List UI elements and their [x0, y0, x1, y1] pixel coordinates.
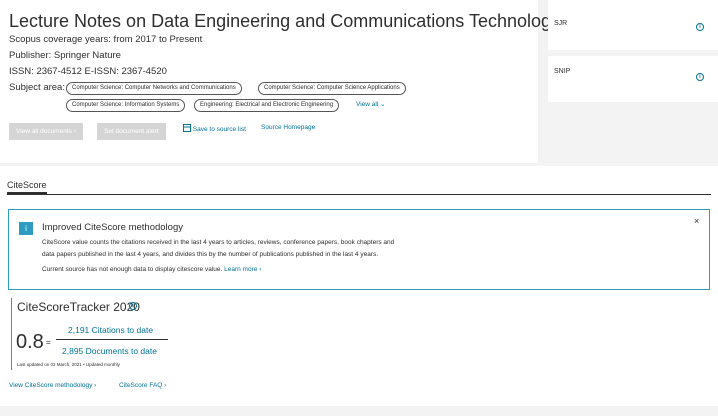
citations-link[interactable]: 2,191 Citations to date [68, 325, 153, 335]
subject-chip[interactable]: Computer Science: Computer Networks and … [66, 82, 242, 95]
source-homepage-link[interactable]: Source Homepage [261, 124, 315, 131]
tracker-title: CiteScoreTracker 2020 [17, 300, 140, 314]
citescore-value: 0.8 [16, 331, 44, 353]
subject-chip[interactable]: Computer Science: Computer Science Appli… [258, 82, 406, 95]
subject-chip[interactable]: Computer Science: Information Systems [66, 99, 186, 112]
tracker-accent-bar [11, 298, 12, 370]
documents-link[interactable]: 2,895 Documents to date [62, 346, 157, 356]
view-all-subjects-link[interactable]: View all ⌄ [356, 100, 386, 108]
info-icon: i [19, 222, 33, 235]
save-list-icon [183, 124, 191, 132]
save-to-source-list-link[interactable]: Save to source list [183, 124, 246, 133]
source-info-panel: Lecture Notes on Data Engineering and Co… [0, 0, 574, 163]
info-icon[interactable]: i [696, 73, 704, 81]
chevron-right-icon: › [73, 128, 76, 135]
citescore-faq-link[interactable]: CiteScore FAQ › [119, 382, 166, 389]
snip-box: SNIP i [548, 56, 718, 102]
source-title: Lecture Notes on Data Engineering and Co… [9, 11, 575, 31]
chevron-right-icon: › [259, 266, 262, 273]
notice-text: CiteScore value counts the citations rec… [42, 239, 395, 246]
equals-sign: = [46, 338, 51, 347]
info-icon[interactable]: i [129, 302, 137, 310]
fraction-bar [56, 339, 168, 340]
coverage-years: Scopus coverage years: from 2017 to Pres… [9, 34, 203, 45]
notice-title: Improved CiteScore methodology [42, 222, 183, 233]
subject-chip[interactable]: Engineering: Electrical and Electronic E… [194, 99, 340, 112]
methodology-notice: i Improved CiteScore methodology CiteSco… [8, 209, 710, 290]
snip-label: SNIP [554, 68, 571, 75]
chevron-right-icon: › [164, 382, 167, 389]
sjr-label: SJR [554, 20, 568, 27]
tab-citescore[interactable]: CiteScore [7, 180, 47, 190]
issn: ISSN: 2367-4512 E-ISSN: 2367-4520 [9, 66, 167, 77]
publisher: Publisher: Springer Nature [9, 50, 121, 61]
view-methodology-link[interactable]: View CiteScore methodology › [9, 382, 96, 389]
chevron-right-icon: › [94, 382, 97, 389]
view-all-documents-button[interactable]: View all documents › [9, 123, 83, 140]
footer-strip [0, 406, 718, 416]
learn-more-link[interactable]: Learn more › [224, 266, 261, 273]
close-icon[interactable]: × [694, 216, 699, 226]
info-icon[interactable]: i [696, 23, 704, 31]
set-document-alert-button[interactable]: Set document alert [97, 123, 166, 140]
last-updated: Last updated on 02 March, 2021 • Updated… [17, 362, 120, 367]
chevron-down-icon: ⌄ [380, 101, 386, 108]
sjr-box: SJR i [548, 0, 718, 50]
notice-text: Current source has not enough data to di… [42, 266, 262, 273]
subject-area-label: Subject area: [9, 82, 65, 93]
tab-divider [7, 194, 711, 195]
notice-text: data papers published in the last 4 year… [42, 251, 379, 258]
